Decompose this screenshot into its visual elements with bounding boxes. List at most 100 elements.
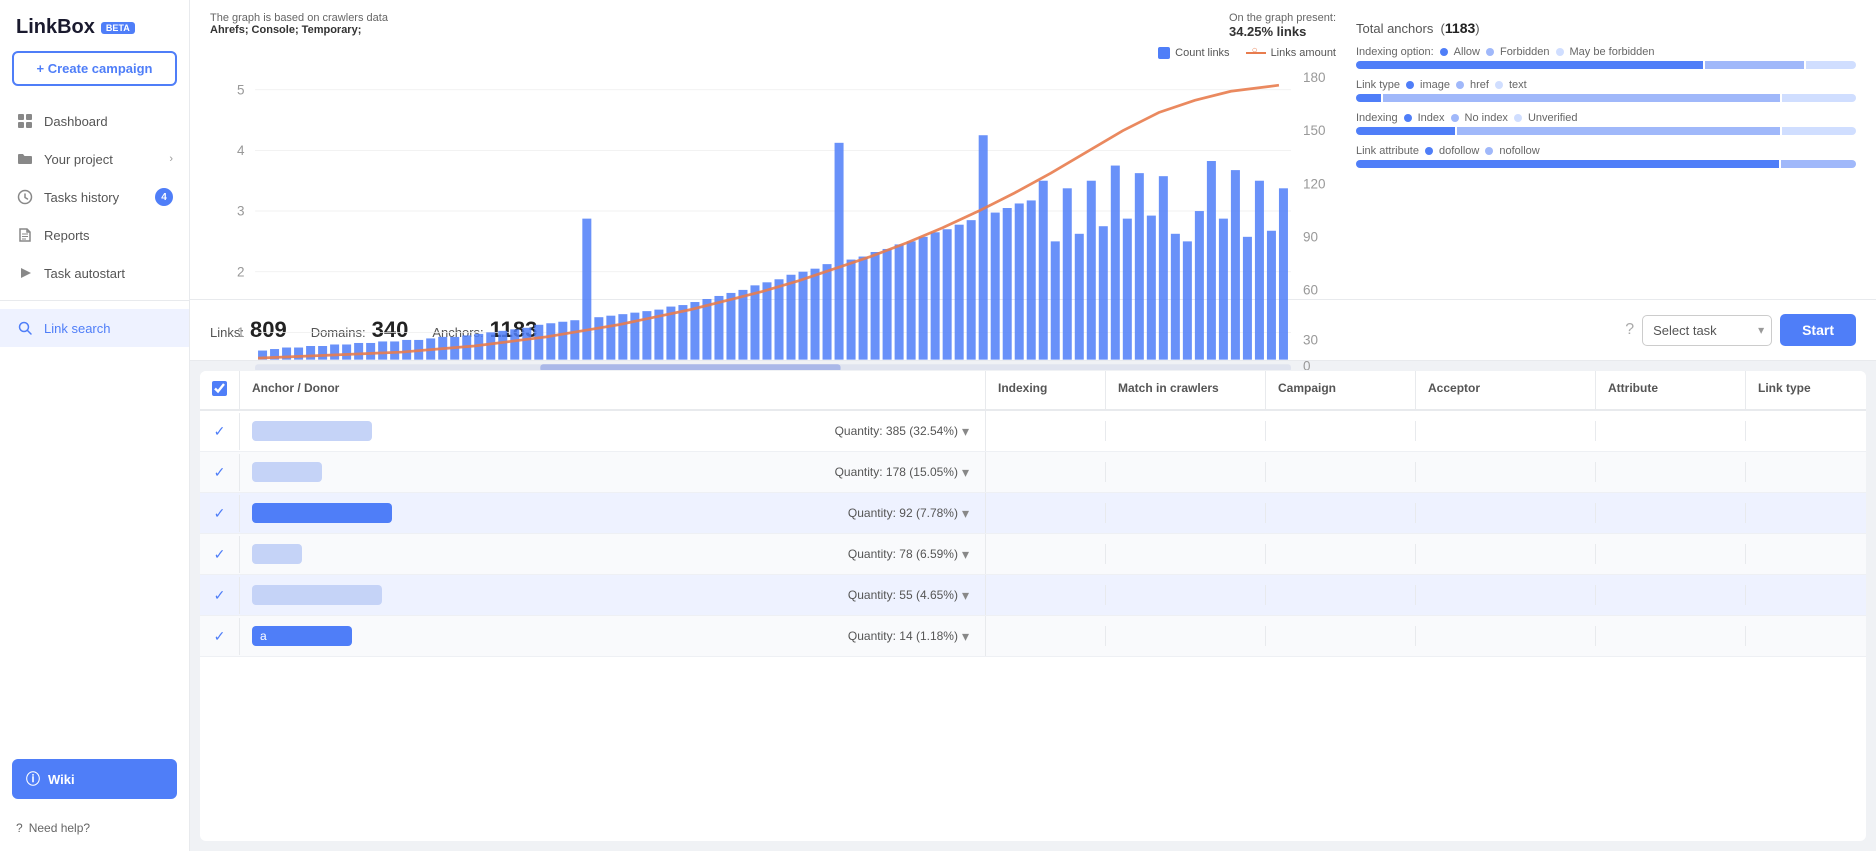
legend-links-amount-label: Links amount <box>1271 47 1336 59</box>
row-4-checkbox-cell: ✓ <box>200 536 240 573</box>
anchor-pill-2[interactable] <box>252 462 322 482</box>
svg-text:150: 150 <box>1303 123 1326 138</box>
th-acceptor: Acceptor <box>1416 371 1596 409</box>
row-1-anchor: Quantity: 385 (32.54%) ▾ <box>240 411 986 451</box>
indexing-bar <box>1356 127 1856 135</box>
check-icon-4: ✓ <box>214 546 226 563</box>
anchor-pill-6[interactable]: a <box>252 626 352 646</box>
index-bar <box>1356 127 1455 135</box>
select-all-checkbox[interactable] <box>212 381 227 396</box>
chart-legend: Count links Links amount <box>210 47 1336 59</box>
row-5-acceptor <box>1416 585 1596 605</box>
task-controls: ? Select task Task 1 Task 2 Task 3 Start <box>1625 314 1856 346</box>
sidebar-item-label: Your project <box>44 152 113 167</box>
chart-meta: The graph is based on crawlers data Ahre… <box>210 12 1336 39</box>
anchor-pill-4[interactable] <box>252 544 302 564</box>
quantity-4: Quantity: 78 (6.59%) <box>848 547 958 561</box>
legend-links-amount: Links amount <box>1246 47 1336 59</box>
row-4-link-type <box>1746 544 1866 564</box>
sidebar-item-your-project[interactable]: Your project › <box>0 140 189 178</box>
expand-btn-5[interactable]: ▾ <box>958 587 973 604</box>
expand-btn-2[interactable]: ▾ <box>958 464 973 481</box>
nav-section: Dashboard Your project › Tasks history 4… <box>0 102 189 747</box>
top-panel: The graph is based on crawlers data Ahre… <box>190 0 1876 300</box>
search-icon <box>16 319 34 337</box>
sidebar-item-label: Tasks history <box>44 190 119 205</box>
text-label: text <box>1509 79 1527 91</box>
expand-btn-6[interactable]: ▾ <box>958 628 973 645</box>
row-3-campaign <box>1266 503 1416 523</box>
anchor-pill-1[interactable] <box>252 421 372 441</box>
row-5-indexing <box>986 585 1106 605</box>
text-bar <box>1782 94 1856 102</box>
sidebar-item-label: Link search <box>44 321 110 336</box>
row-2-campaign <box>1266 462 1416 482</box>
wiki-button[interactable]: ⓘ Wiki <box>12 759 177 799</box>
href-dot <box>1456 81 1464 89</box>
row-5-link-type <box>1746 585 1866 605</box>
check-icon-6: ✓ <box>214 628 226 645</box>
stats-panel: Total anchors (1183) Indexing option: Al… <box>1356 12 1856 287</box>
index-label: Index <box>1418 112 1445 124</box>
row-3-acceptor <box>1416 503 1596 523</box>
on-present-value: 34.25% links <box>1229 24 1336 39</box>
anchor-pill-5[interactable] <box>252 585 382 605</box>
expand-btn-3[interactable]: ▾ <box>958 505 973 522</box>
chart-crawlers-names: Ahrefs; Console; Temporary; <box>210 24 388 36</box>
chart-area: The graph is based on crawlers data Ahre… <box>210 12 1336 287</box>
row-6-acceptor <box>1416 626 1596 646</box>
expand-btn-4[interactable]: ▾ <box>958 546 973 563</box>
nofollow-dot <box>1485 147 1493 155</box>
row-1-attribute <box>1596 421 1746 441</box>
row-1-acceptor <box>1416 421 1596 441</box>
svg-text:2: 2 <box>237 264 245 279</box>
link-type-row: Link type image href text <box>1356 79 1856 102</box>
row-3-link-type <box>1746 503 1866 523</box>
need-help-label: Need help? <box>29 821 90 835</box>
nofollow-bar <box>1781 160 1856 168</box>
link-attribute-bar <box>1356 160 1856 168</box>
anchor-pill-3[interactable] <box>252 503 392 523</box>
href-label: href <box>1470 79 1489 91</box>
forbidden-label: Forbidden <box>1500 46 1550 58</box>
sidebar-item-link-search[interactable]: Link search <box>0 309 189 347</box>
quantity-3: Quantity: 92 (7.78%) <box>848 506 958 520</box>
create-campaign-button[interactable]: + Create campaign <box>12 51 177 86</box>
row-6-attribute <box>1596 626 1746 646</box>
question-icon: ? <box>16 821 23 835</box>
table-row: ✓ Quantity: 385 (32.54%) ▾ <box>200 411 1866 452</box>
on-present-label: On the graph present: <box>1229 12 1336 24</box>
select-task-dropdown[interactable]: Select task Task 1 Task 2 Task 3 <box>1642 315 1772 346</box>
start-button[interactable]: Start <box>1780 314 1856 346</box>
legend-count-links: Count links <box>1158 47 1229 59</box>
row-6-campaign <box>1266 626 1416 646</box>
need-help-link[interactable]: ? Need help? <box>0 811 189 851</box>
chart-wrapper: 5 4 3 2 1 180 150 120 90 60 30 0 <box>210 67 1336 370</box>
sidebar-item-tasks-history[interactable]: Tasks history 4 <box>0 178 189 216</box>
row-2-match <box>1106 462 1266 482</box>
sidebar-item-task-autostart[interactable]: Task autostart <box>0 254 189 292</box>
check-icon-3: ✓ <box>214 505 226 522</box>
app-badge: BETA <box>101 22 135 34</box>
noindex-label: No index <box>1465 112 1508 124</box>
row-3-indexing <box>986 503 1106 523</box>
legend-line-orange <box>1246 52 1266 54</box>
dofollow-bar <box>1356 160 1779 168</box>
th-link-type: Link type <box>1746 371 1866 409</box>
chart-on-present: On the graph present: 34.25% links <box>1229 12 1336 39</box>
legend-dot-blue <box>1158 47 1170 59</box>
expand-btn-1[interactable]: ▾ <box>958 423 973 440</box>
indexing-row: Indexing Index No index Unverified <box>1356 112 1856 135</box>
quantity-1: Quantity: 385 (32.54%) <box>835 424 958 438</box>
nofollow-label: nofollow <box>1499 145 1539 157</box>
sidebar-item-reports[interactable]: Reports <box>0 216 189 254</box>
allow-dot <box>1440 48 1448 56</box>
sidebar-item-dashboard[interactable]: Dashboard <box>0 102 189 140</box>
data-area: Links: 809 Domains: 340 Anchors: 1183 ? … <box>190 300 1876 851</box>
svg-text:120: 120 <box>1303 176 1326 191</box>
help-icon[interactable]: ? <box>1625 321 1634 339</box>
th-checkbox <box>200 371 240 409</box>
image-dot <box>1406 81 1414 89</box>
check-icon-5: ✓ <box>214 587 226 604</box>
row-1-checkbox-cell: ✓ <box>200 413 240 450</box>
